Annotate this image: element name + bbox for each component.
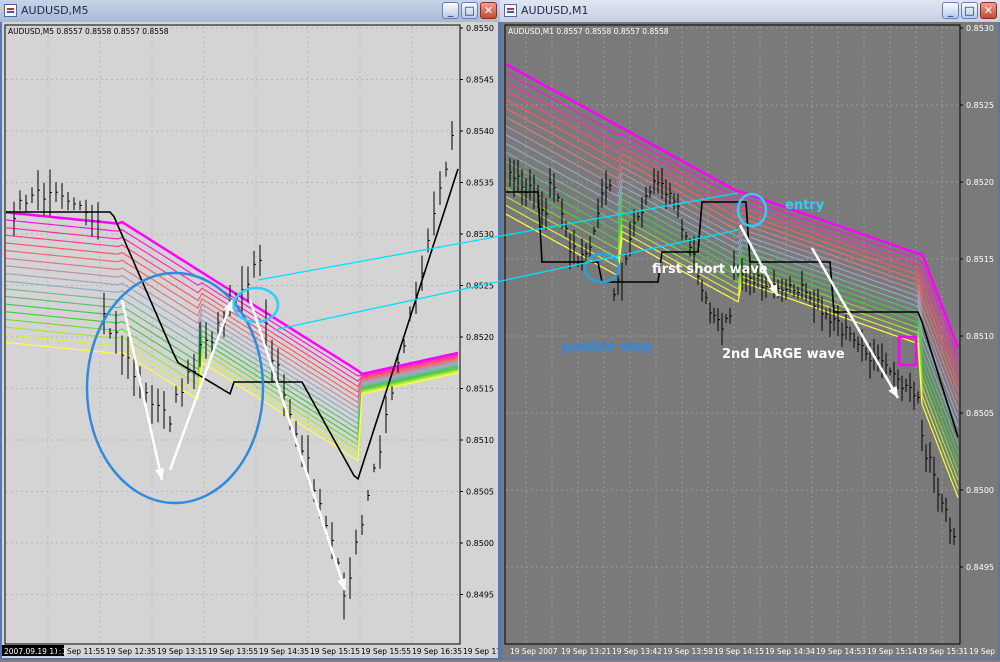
price-tick-label: 0.8510 <box>966 332 994 341</box>
time-axis: 2007.09.19 11:3519 Sep 11:55 19 Sep 12:35… <box>2 645 509 656</box>
close-button[interactable]: ✕ <box>480 2 497 19</box>
price-tick-label: 0.8515 <box>966 255 994 264</box>
price-tick-label: 0.8535 <box>466 179 494 188</box>
price-tick-label: 0.8500 <box>966 486 994 495</box>
price-tick-label: 0.8500 <box>466 539 494 548</box>
price-tick-label: 0.8530 <box>466 230 494 239</box>
time-tick-label: 19 Sep 14:15 <box>714 647 764 656</box>
time-tick-label: 19 Sep 15:15 <box>310 647 360 656</box>
price-tick-label: 0.8515 <box>466 385 494 394</box>
minimize-button[interactable]: _ <box>442 2 459 19</box>
price-tick-label: 0.8550 <box>466 24 494 33</box>
time-axis: 19 Sep 2007 19 Sep 13:21 19 Sep 13:42 19 Se… <box>510 647 1000 656</box>
price-tick-label: 0.8545 <box>466 76 494 85</box>
time-tick-label: 19 Sep 13:55 <box>208 647 258 656</box>
time-tick-label: 19 Sep 13:59 <box>663 647 713 656</box>
symbol-info: AUDUSD,M5 0.8557 0.8558 0.8557 0.8558 <box>8 27 169 36</box>
time-tick-label: 19 Sep 12:35 <box>106 647 156 656</box>
chart-frame: 0.8550 0.8545 0.8540 0.8535 0.8530 0.8525 0.85… <box>0 22 509 660</box>
price-tick-label: 0.8495 <box>966 563 994 572</box>
time-tick-label: 19 Sep 2007 <box>510 647 558 656</box>
chart-window-icon <box>504 4 517 17</box>
maximize-button[interactable]: □ <box>461 2 478 19</box>
price-tick-label: 0.8525 <box>466 282 494 291</box>
close-button[interactable]: ✕ <box>980 2 997 19</box>
title-bar[interactable]: AUDUSD,M5 _ □ ✕ <box>0 0 500 23</box>
price-tick-label: 0.8505 <box>966 409 994 418</box>
price-tick-label: 0.8530 <box>966 24 994 33</box>
price-tick-label: 0.8525 <box>966 101 994 110</box>
chart-canvas[interactable]: 0.8550 0.8545 0.8540 0.8535 0.8530 0.8525 0.85… <box>2 22 509 658</box>
chart-window-m1[interactable]: AUDUSD,M1 _ □ ✕ 0.8530 0.8525 0.8520 0.8515… <box>500 0 1000 660</box>
price-tick-label: 0.8510 <box>466 436 494 445</box>
time-tick-label: 19 Sep 14:53 <box>816 647 866 656</box>
time-tick-label: 19 Sep 14:34 <box>765 647 815 656</box>
window-title: AUDUSD,M1 <box>521 4 589 17</box>
time-tick-label: 19 Sep 17:1 <box>463 647 498 656</box>
time-tick-label: 19 Sep 15:31 <box>918 647 968 656</box>
time-tick-label: 19 Sep 11:55 <box>55 647 105 656</box>
time-tick-label: 19 Sep 15:4 <box>969 647 998 656</box>
maximize-button[interactable]: □ <box>961 2 978 19</box>
chart-canvas[interactable]: 0.8530 0.8525 0.8520 0.8515 0.8510 0.8505 0.85… <box>502 22 1000 658</box>
time-tick-label: 19 Sep 16:35 <box>412 647 462 656</box>
price-tick-label: 0.8520 <box>466 333 494 342</box>
time-tick-label: 19 Sep 14:35 <box>259 647 309 656</box>
price-tick-label: 0.8540 <box>466 127 494 136</box>
price-tick-label: 0.8495 <box>466 591 494 600</box>
chart-window-icon <box>4 4 17 17</box>
price-tick-label: 0.8520 <box>966 178 994 187</box>
time-tick-label: 19 Sep 13:15 <box>157 647 207 656</box>
chart-window-m5[interactable]: AUDUSD,M5 _ □ ✕ 0.8550 0.8545 0.8540 0.8535… <box>0 0 509 660</box>
window-title: AUDUSD,M5 <box>21 4 89 17</box>
chart-frame: 0.8530 0.8525 0.8520 0.8515 0.8510 0.8505 0.85… <box>500 22 1000 660</box>
minimize-button[interactable]: _ <box>942 2 959 19</box>
time-tick-label: 19 Sep 13:21 <box>561 647 611 656</box>
title-bar[interactable]: AUDUSD,M1 _ □ ✕ <box>500 0 1000 23</box>
price-tick-label: 0.8505 <box>466 488 494 497</box>
time-tick-label: 19 Sep 13:42 <box>612 647 662 656</box>
time-tick-label: 19 Sep 15:55 <box>361 647 411 656</box>
time-tick-label: 19 Sep 15:14 <box>867 647 917 656</box>
symbol-info: AUDUSD,M1 0.8557 0.8558 0.8557 0.8558 <box>508 27 669 36</box>
